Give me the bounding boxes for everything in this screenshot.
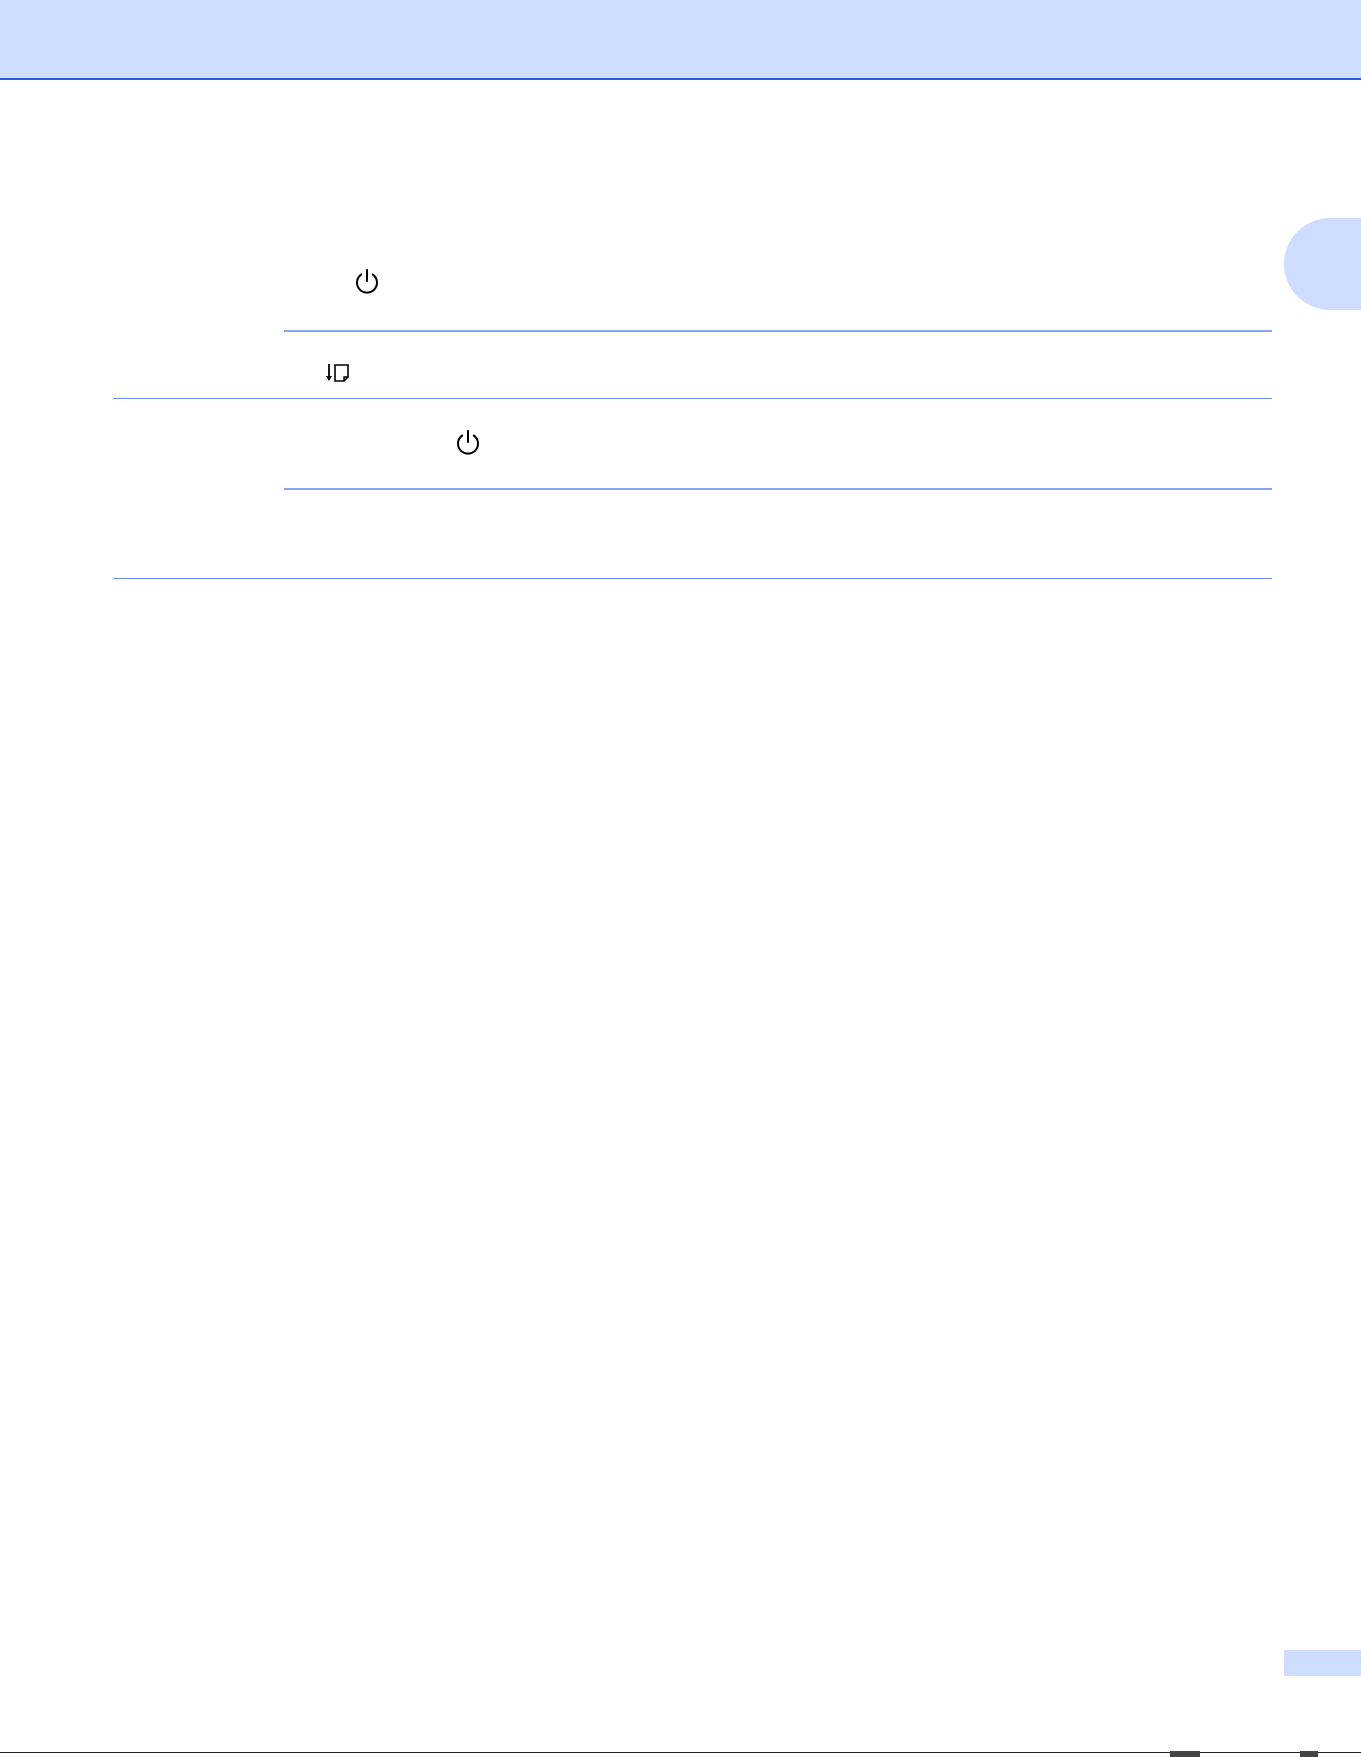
power-icon [457,430,479,455]
table-row-divider [284,488,1272,490]
paper-feed-icon [326,364,349,382]
page-header-band [0,0,1361,80]
chapter-tab [1284,218,1361,310]
table-section-divider [113,398,1272,399]
table-row-divider [284,330,1272,332]
table-bottom-border [113,578,1272,579]
page-number-tab [1284,1650,1361,1676]
footer-rule [0,1752,1361,1753]
footer-mark [1300,1751,1318,1757]
power-icon [356,269,378,294]
footer-mark [1170,1751,1200,1757]
